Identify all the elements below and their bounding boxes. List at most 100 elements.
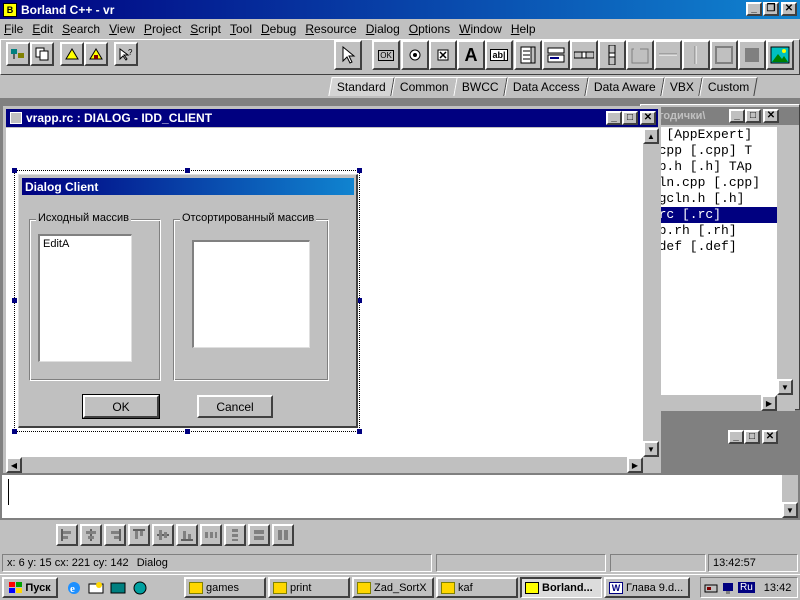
radiobutton-tool-icon[interactable]	[401, 40, 429, 70]
scroll-right-arrow-icon[interactable]: ▶	[627, 457, 643, 473]
menu-view[interactable]: View	[109, 22, 135, 36]
align-bottom-icon[interactable]	[176, 524, 198, 546]
project-hscrollbar[interactable]: ▶	[643, 395, 795, 411]
close-button[interactable]: ✕	[781, 2, 797, 16]
space-horizontal-icon[interactable]	[200, 524, 222, 546]
task-zad-sortx[interactable]: Zad_SortX	[352, 577, 434, 598]
project-node[interactable]: app.rh [.rh]	[643, 223, 777, 239]
listbox-tool-icon[interactable]	[514, 40, 542, 70]
tab-common[interactable]: Common	[391, 77, 458, 96]
make-tool-icon[interactable]	[84, 42, 108, 66]
same-width-icon[interactable]	[248, 524, 270, 546]
menu-tool[interactable]: Tool	[230, 22, 252, 36]
minimize-button[interactable]: _	[746, 2, 762, 16]
resize-handle[interactable]	[357, 168, 362, 173]
project-minimize-button[interactable]: _	[729, 109, 745, 123]
dialog-editor-title[interactable]: vrapp.rc : DIALOG - IDD_CLIENT _ □ ✕	[6, 109, 658, 127]
space-vertical-icon[interactable]	[224, 524, 246, 546]
project-node[interactable]: p.def [.def]	[643, 239, 777, 255]
task-games[interactable]: games	[184, 577, 266, 598]
menu-edit[interactable]: Edit	[32, 22, 53, 36]
task-kaf[interactable]: kaf	[436, 577, 518, 598]
copy-tool-icon[interactable]	[30, 42, 54, 66]
editor-maximize-button[interactable]: □	[622, 111, 638, 125]
pushbutton-tool-icon[interactable]: OK	[372, 40, 400, 70]
build-tool-icon[interactable]	[60, 42, 84, 66]
outlook-express-icon[interactable]	[88, 580, 104, 596]
cancel-button[interactable]: Cancel	[197, 395, 273, 418]
project-node-selected[interactable]: p.rc [.rc]	[643, 207, 777, 223]
network-icon[interactable]	[721, 581, 735, 595]
message-pane[interactable]: ▼	[0, 473, 800, 520]
tab-vbx[interactable]: VBX	[660, 77, 703, 96]
resize-handle[interactable]	[12, 168, 17, 173]
message-vscrollbar[interactable]: ▼	[782, 475, 798, 518]
task-borland[interactable]: Borland...	[520, 577, 602, 598]
menu-search[interactable]: Search	[62, 22, 100, 36]
dialog-client-title[interactable]: Dialog Client	[22, 178, 354, 195]
language-indicator[interactable]: Ru	[738, 582, 755, 593]
vline-tool-icon[interactable]	[682, 40, 710, 70]
message-minimize-button[interactable]: _	[728, 430, 744, 444]
editor-close-button[interactable]: ✕	[640, 111, 656, 125]
project-node[interactable]: p.cpp [.cpp] T	[643, 143, 777, 159]
channels-icon[interactable]	[132, 580, 148, 596]
project-node[interactable]: gcln.cpp [.cpp]	[643, 175, 777, 191]
message-close-button[interactable]: ✕	[762, 430, 778, 444]
internet-explorer-icon[interactable]: e	[66, 580, 82, 596]
app-title-bar[interactable]: B Borland C++ - vr _ ❐ ✕	[0, 0, 800, 19]
resize-handle[interactable]	[185, 429, 190, 434]
sorted-array-group[interactable]: Отсортированный массив	[173, 212, 329, 381]
dialog-editor-window[interactable]: vrapp.rc : DIALOG - IDD_CLIENT _ □ ✕ Dia…	[3, 106, 661, 473]
task-print[interactable]: print	[268, 577, 350, 598]
dialog-canvas[interactable]: Dialog Client Исходный массив EditA Отсо…	[6, 128, 643, 457]
static-text-tool-icon[interactable]: A	[457, 40, 485, 70]
sorted-array-listbox[interactable]	[192, 240, 310, 348]
pointer-tool-icon[interactable]	[334, 40, 362, 70]
menu-dialog[interactable]: Dialog	[366, 22, 400, 36]
checkbox-tool-icon[interactable]	[429, 40, 457, 70]
scroll-down-arrow-icon[interactable]: ▼	[643, 441, 659, 457]
align-right-icon[interactable]	[104, 524, 126, 546]
hscroll-tool-icon[interactable]	[570, 40, 598, 70]
source-array-group[interactable]: Исходный массив EditA	[29, 212, 161, 381]
scroll-up-arrow-icon[interactable]: ▲	[643, 128, 659, 144]
tab-data-access[interactable]: Data Access	[504, 77, 589, 96]
editor-vscrollbar[interactable]: ▲ ▼	[643, 128, 659, 457]
resize-handle[interactable]	[357, 429, 362, 434]
task-word-doc[interactable]: W Глава 9.d...	[604, 577, 690, 598]
show-desktop-icon[interactable]	[110, 580, 126, 596]
project-node[interactable]: app.h [.h] TAp	[643, 159, 777, 175]
tab-data-aware[interactable]: Data Aware	[585, 77, 665, 96]
menu-script[interactable]: Script	[190, 22, 221, 36]
scroll-down-arrow-icon[interactable]: ▼	[782, 502, 798, 518]
project-window-title[interactable]: годички\ _ □ ✕	[641, 107, 799, 125]
tab-bwcc[interactable]: BWCC	[453, 77, 508, 96]
combobox-tool-icon[interactable]	[542, 40, 570, 70]
message-window-title[interactable]: _ □ ✕	[640, 428, 800, 446]
align-left-icon[interactable]	[56, 524, 78, 546]
vscroll-tool-icon[interactable]	[598, 40, 626, 70]
project-tree[interactable]: xe [AppExpert] p.cpp [.cpp] T app.h [.h]…	[643, 127, 777, 395]
scroll-right-arrow-icon[interactable]: ▶	[761, 395, 777, 411]
speaker-icon[interactable]	[704, 581, 718, 595]
project-close-button[interactable]: ✕	[763, 109, 779, 123]
menu-file[interactable]: File	[4, 22, 23, 36]
project-vscrollbar[interactable]: ▼	[777, 127, 795, 395]
resize-handle[interactable]	[185, 168, 190, 173]
menu-options[interactable]: Options	[409, 22, 450, 36]
tab-standard[interactable]: Standard	[328, 77, 395, 96]
editor-hscrollbar[interactable]: ◀ ▶	[6, 457, 643, 473]
menu-project[interactable]: Project	[144, 22, 181, 36]
bitmap-tool-icon[interactable]	[766, 40, 794, 70]
groupbox-tool-icon[interactable]	[626, 40, 654, 70]
message-maximize-button[interactable]: □	[744, 430, 760, 444]
menu-window[interactable]: Window	[459, 22, 502, 36]
rectangle-tool-icon[interactable]	[738, 40, 766, 70]
help-tool-icon[interactable]: ?	[114, 42, 138, 66]
same-height-icon[interactable]	[272, 524, 294, 546]
project-node[interactable]: dlgcln.h [.h]	[643, 191, 777, 207]
project-maximize-button[interactable]: □	[745, 109, 761, 123]
project-window[interactable]: годички\ _ □ ✕ xe [AppExpert] p.cpp [.cp…	[640, 104, 800, 411]
start-button[interactable]: Пуск	[2, 577, 58, 598]
